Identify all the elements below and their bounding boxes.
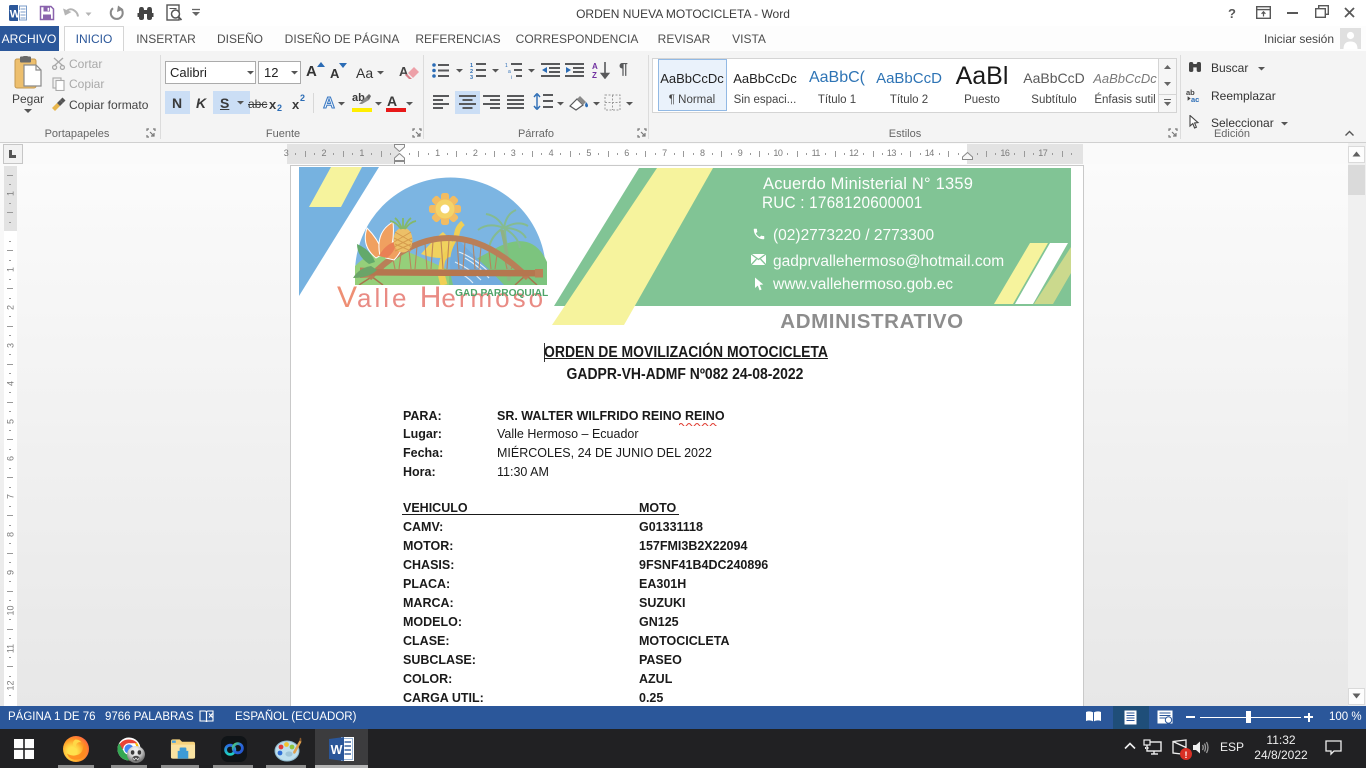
svg-text:Z: Z bbox=[592, 71, 597, 79]
svg-text:ac: ac bbox=[1191, 95, 1199, 103]
svg-text:A: A bbox=[592, 62, 598, 71]
svg-text:W: W bbox=[331, 743, 343, 757]
svg-text:i: i bbox=[511, 75, 512, 79]
svg-text:3: 3 bbox=[470, 75, 473, 79]
svg-text:W: W bbox=[10, 9, 21, 21]
svg-text:A: A bbox=[323, 95, 335, 111]
